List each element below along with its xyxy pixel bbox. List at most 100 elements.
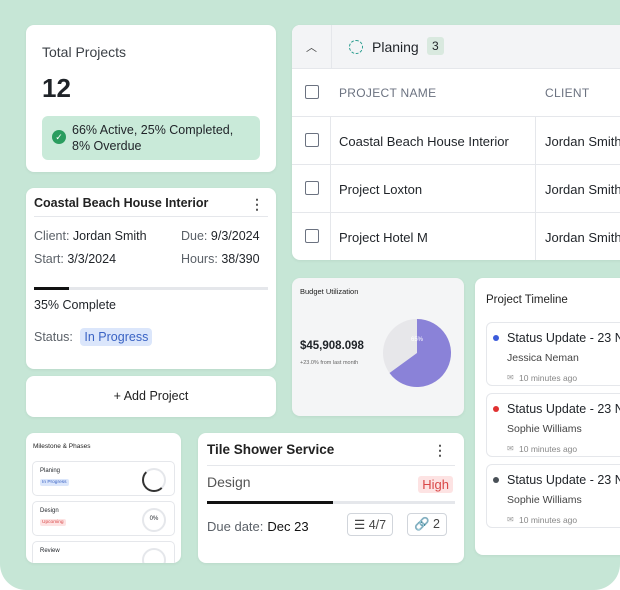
client-cell: Jordan Smith	[545, 134, 620, 149]
total-projects-title: Total Projects	[42, 44, 127, 60]
project-name-cell: Coastal Beach House Interior	[339, 134, 509, 149]
select-all-checkbox[interactable]	[305, 85, 319, 99]
start-value: 3/3/2024	[67, 252, 117, 266]
summary-line-1: 66% Active, 25% Completed,	[72, 123, 234, 137]
timeline-time: 10 minutes ago	[519, 515, 578, 525]
row-checkbox[interactable]	[305, 133, 319, 147]
task-card-header: Tile Shower Service ⋮	[207, 442, 455, 466]
milestones-card: Milestone & Phases Planing In Progress D…	[26, 433, 181, 563]
due-value: 9/3/2024	[210, 229, 260, 243]
dashed-circle-icon	[349, 40, 363, 54]
timeline-person: Sophie Williams	[507, 494, 582, 506]
task-phase: Design	[207, 474, 251, 490]
milestone-tag: Upcoming	[40, 519, 66, 526]
more-options-icon[interactable]: ⋮	[250, 196, 264, 213]
add-project-button[interactable]: + Add Project	[26, 376, 276, 417]
pie-label: 65%	[411, 337, 424, 343]
check-circle-icon: ✓	[52, 130, 66, 144]
timeline-heading: Status Update - 23 N	[507, 331, 620, 345]
total-projects-count: 12	[42, 73, 71, 103]
column-header-project-name[interactable]: PROJECT NAME	[339, 86, 436, 100]
project-summary-pill: ✓ 66% Active, 25% Completed, 8% Overdue	[42, 116, 260, 160]
budget-pie-chart: 65%	[383, 319, 451, 387]
budget-utilization-card: Budget Utilization $45,908.098 +23.0% fr…	[292, 278, 464, 416]
budget-title: Budget Utilization	[300, 287, 359, 296]
project-name-cell: Project Loxton	[339, 182, 423, 197]
summary-line-2: 8% Overdue	[72, 139, 142, 153]
subtasks-count: 4/7	[368, 518, 387, 532]
dashboard-canvas: Total Projects 12 ✓ 66% Active, 25% Comp…	[0, 0, 620, 590]
timeline-item[interactable]: Status Update - 23 N Sophie Williams ✉ 10…	[486, 393, 620, 457]
priority-badge: High	[418, 476, 453, 493]
milestones-title: Milestone & Phases	[33, 443, 91, 450]
table-row[interactable]: Project Loxton Jordan Smith	[292, 165, 620, 213]
progress-ring-value: 0%	[142, 508, 166, 532]
task-card[interactable]: Tile Shower Service ⋮ Design High Due da…	[198, 433, 464, 563]
table-row[interactable]: Coastal Beach House Interior Jordan Smit…	[292, 117, 620, 165]
hours-value: 38/390	[221, 252, 260, 266]
group-header-planning[interactable]: ︿ Planing 3	[292, 25, 620, 69]
budget-amount: $45,908.098	[300, 340, 364, 352]
client-cell: Jordan Smith	[545, 182, 620, 197]
progress-text: 35% Complete	[34, 298, 116, 312]
paperclip-icon: 🔗	[414, 517, 434, 531]
timeline-heading: Status Update - 23 N	[507, 473, 620, 487]
budget-change: +23.0% from last month	[300, 360, 359, 366]
client-value: Jordan Smith	[72, 229, 147, 243]
timeline-title: Project Timeline	[486, 294, 568, 306]
milestone-item[interactable]: Planing In Progress	[32, 461, 175, 496]
more-options-icon[interactable]: ⋮	[433, 442, 447, 459]
timeline-time: 10 minutes ago	[519, 373, 578, 383]
group-label: Planing	[372, 39, 419, 55]
total-projects-card: Total Projects 12 ✓ 66% Active, 25% Comp…	[26, 25, 276, 172]
status-row: Status: In Progress	[34, 328, 268, 346]
subtasks-chip[interactable]: ☰ 4/7	[347, 513, 394, 536]
project-table: ︿ Planing 3 PROJECT NAME CLIENT Coastal …	[292, 25, 620, 260]
project-detail-title: Coastal Beach House Interior	[34, 196, 209, 210]
row-checkbox[interactable]	[305, 181, 319, 195]
envelope-icon: ✉	[507, 373, 514, 382]
due-date-label: Due date:	[207, 519, 264, 534]
project-progress-bar	[34, 287, 268, 290]
milestone-item[interactable]: Design Upcoming 0%	[32, 501, 175, 536]
task-title: Tile Shower Service	[207, 442, 335, 457]
milestone-item[interactable]: Review	[32, 541, 175, 563]
client-label: Client:	[34, 229, 70, 243]
status-label: Status:	[34, 330, 73, 344]
project-name-cell: Project Hotel M	[339, 230, 428, 245]
task-phase-row: Design High	[207, 474, 455, 493]
task-due-row: Due date: Dec 23 ☰ 4/7 🔗 2	[207, 513, 455, 536]
project-detail-card[interactable]: Coastal Beach House Interior ⋮ Client: J…	[26, 188, 276, 369]
due-date-value: Dec 23	[267, 519, 309, 534]
timeline-time: 10 minutes ago	[519, 444, 578, 454]
table-header-row: PROJECT NAME CLIENT	[292, 69, 620, 117]
chevron-up-icon[interactable]: ︿	[306, 39, 317, 55]
status-dot	[493, 477, 499, 483]
task-progress-bar	[207, 501, 455, 504]
envelope-icon: ✉	[507, 444, 514, 453]
attachments-count: 2	[433, 517, 440, 531]
start-label: Start:	[34, 252, 64, 266]
project-timeline-card: Project Timeline Status Update - 23 N Je…	[475, 278, 620, 555]
status-dot	[493, 406, 499, 412]
timeline-person: Sophie Williams	[507, 423, 582, 435]
client-cell: Jordan Smith	[545, 230, 620, 245]
status-dot	[493, 335, 499, 341]
progress-ring-icon	[142, 468, 166, 492]
column-header-client[interactable]: CLIENT	[545, 86, 589, 100]
row-checkbox[interactable]	[305, 229, 319, 243]
status-badge: In Progress	[80, 328, 153, 346]
checklist-icon: ☰	[354, 518, 369, 532]
hours-label: Hours:	[181, 252, 218, 266]
attachments-chip[interactable]: 🔗 2	[407, 513, 447, 536]
timeline-heading: Status Update - 23 N	[507, 402, 620, 416]
due-label: Due:	[181, 229, 208, 243]
group-count-badge: 3	[427, 37, 444, 55]
milestone-tag: In Progress	[40, 479, 69, 486]
timeline-item[interactable]: Status Update - 23 N Sophie Williams ✉ 10…	[486, 464, 620, 528]
table-row[interactable]: Project Hotel M Jordan Smith	[292, 213, 620, 260]
timeline-item[interactable]: Status Update - 23 N Jessica Neman ✉ 10 m…	[486, 322, 620, 386]
envelope-icon: ✉	[507, 515, 514, 524]
project-detail-header: Coastal Beach House Interior ⋮	[34, 196, 268, 217]
project-detail-fields: Client: Jordan Smith Due: 9/3/2024 Start…	[34, 229, 268, 281]
